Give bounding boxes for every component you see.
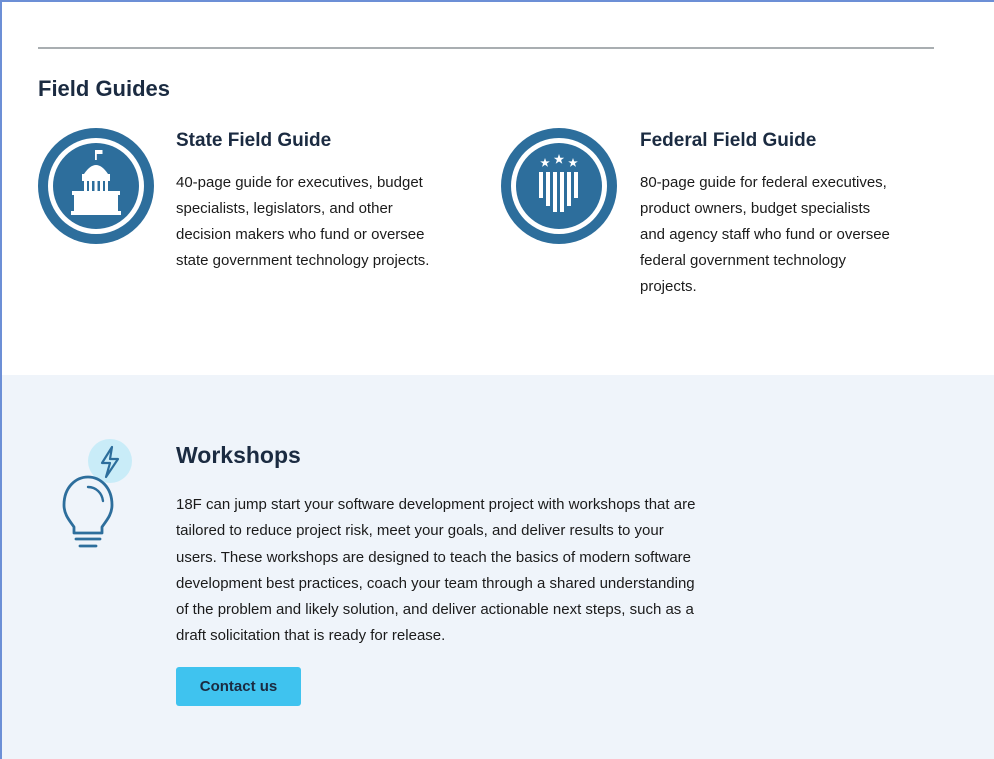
- workshops-heading: Workshops: [176, 442, 301, 468]
- field-guides-title: Field Guides: [38, 76, 171, 101]
- section-divider: [38, 47, 934, 49]
- lightbulb-icon: [62, 439, 132, 548]
- flag-shield-icon: [501, 128, 617, 244]
- federal-field-guide-heading[interactable]: Federal Field Guide: [640, 130, 816, 152]
- federal-field-guide-description: 80-page guide for federal executives, pr…: [640, 174, 890, 295]
- state-field-guide-heading[interactable]: State Field Guide: [176, 130, 331, 152]
- capitol-building-icon: [38, 128, 154, 244]
- workshops-description: 18F can jump start your software develop…: [176, 496, 696, 645]
- contact-us-button[interactable]: Contact us: [176, 667, 301, 706]
- workshops-section: Workshops 18F can jump start your softwa…: [2, 375, 994, 759]
- page-frame: Field Guides State Field Guide 40-page g…: [0, 0, 994, 759]
- state-field-guide-description: 40-page guide for executives, budget spe…: [176, 174, 430, 269]
